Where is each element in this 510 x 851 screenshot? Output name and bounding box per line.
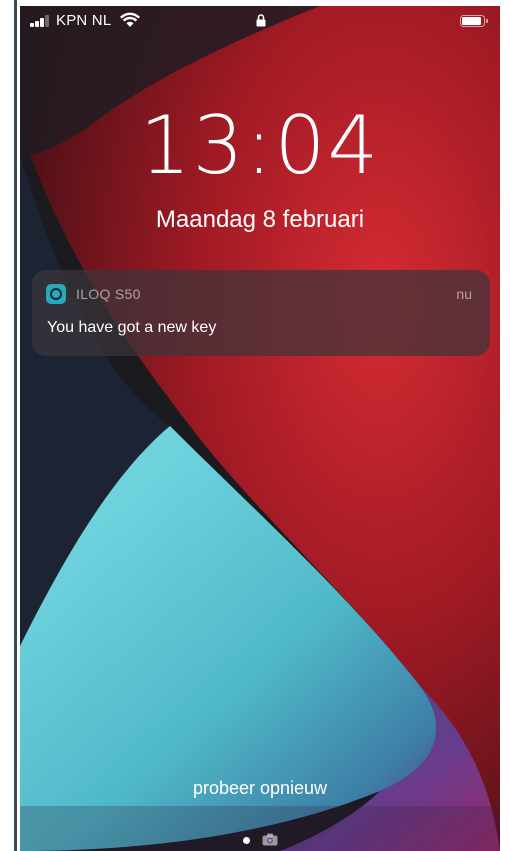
- camera-icon[interactable]: [262, 833, 278, 846]
- iloq-app-icon: [46, 284, 66, 304]
- page-dot-icon: [243, 837, 250, 844]
- left-edge-bar: [14, 0, 17, 851]
- screenshot-frame: KPN NL 13:04 Maandag 8 februari ILOQ S50…: [0, 0, 510, 851]
- lock-icon: [256, 14, 266, 27]
- retry-prompt: probeer opnieuw: [192, 778, 328, 798]
- notification-app-name: ILOQ S50: [76, 286, 141, 302]
- battery-icon: [460, 15, 488, 27]
- notification-time: nu: [456, 286, 472, 302]
- signal-strength-icon: [30, 15, 50, 27]
- carrier-name: KPN NL: [56, 12, 112, 29]
- lock-screen: KPN NL 13:04 Maandag 8 februari ILOQ S50…: [20, 6, 500, 851]
- wifi-icon: [120, 12, 140, 27]
- lock-screen-time: 13:04: [139, 99, 381, 192]
- lock-screen-date: Maandag 8 februari: [155, 206, 365, 233]
- notification-message: You have got a new key: [47, 319, 217, 336]
- notification-card[interactable]: ILOQ S50 nu You have got a new key: [32, 270, 490, 356]
- status-bar: KPN NL: [20, 6, 500, 36]
